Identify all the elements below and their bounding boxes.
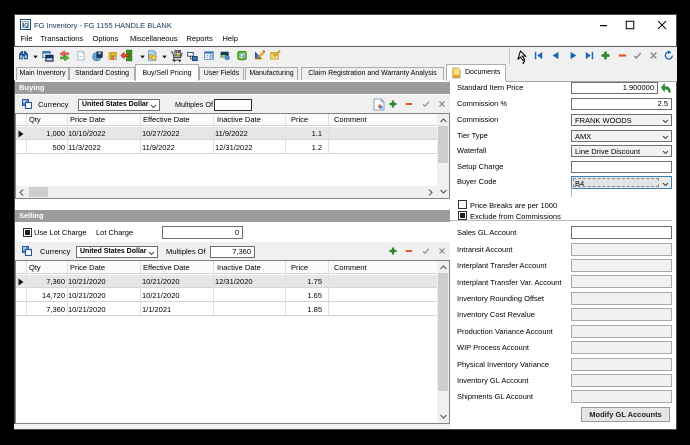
svg-text:IQ: IQ xyxy=(23,23,30,29)
